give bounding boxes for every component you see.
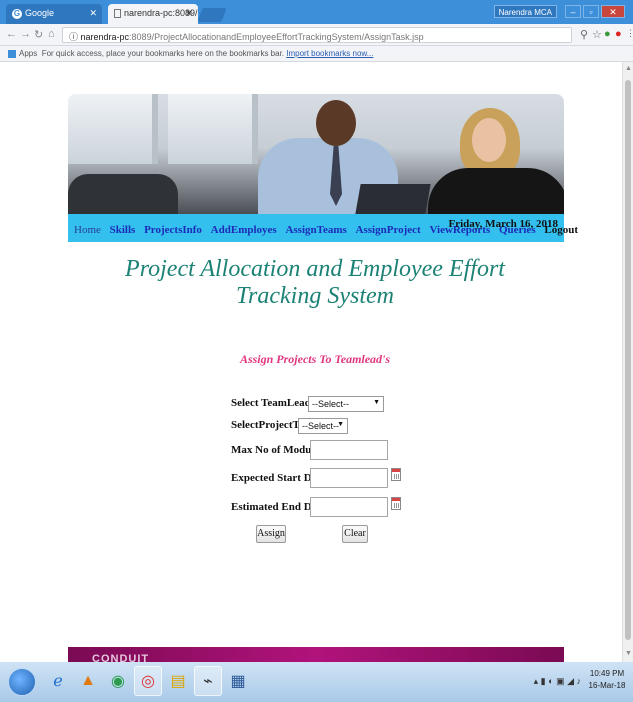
assign-button[interactable]: Assign bbox=[256, 525, 286, 543]
reload-icon[interactable]: ↻ bbox=[34, 28, 43, 41]
footer-text: CONDUIT bbox=[92, 653, 150, 662]
tab-label: Google bbox=[25, 8, 55, 18]
start-date-input[interactable] bbox=[310, 468, 388, 488]
clock[interactable]: 10:49 PM 16-Mar-18 bbox=[585, 668, 629, 692]
tab-google[interactable]: G Google ✕ bbox=[6, 4, 102, 24]
main-nav: Home Skills ProjectsInfo AddEmployes Ass… bbox=[68, 214, 578, 242]
scroll-up-icon[interactable]: ▲ bbox=[625, 65, 632, 72]
project-select[interactable]: --Select-- ▼ bbox=[298, 418, 348, 434]
teamlead-label: Select TeamLead bbox=[231, 397, 311, 409]
profile-badge[interactable]: Narendra MCA bbox=[493, 5, 557, 18]
eclipse-icon[interactable]: ⌁ bbox=[194, 666, 222, 696]
nav-projectsinfo[interactable]: ProjectsInfo bbox=[144, 224, 202, 236]
form-title: Assign Projects To Teamlead's bbox=[239, 352, 391, 366]
banner-man-head bbox=[316, 100, 356, 146]
teamlead-select[interactable]: --Select-- ▼ bbox=[308, 396, 384, 412]
nav-assignproject[interactable]: AssignProject bbox=[356, 224, 421, 236]
nav-skills[interactable]: Skills bbox=[110, 224, 136, 236]
end-calendar-icon[interactable] bbox=[391, 497, 401, 510]
modules-input[interactable] bbox=[310, 440, 388, 460]
back-icon[interactable]: ← bbox=[6, 28, 17, 40]
vlc-icon[interactable]: ▲ bbox=[74, 666, 102, 696]
zoom-icon[interactable]: ⚲ bbox=[580, 28, 588, 41]
notepad-icon[interactable]: ▦ bbox=[224, 666, 252, 696]
clock-time: 10:49 PM bbox=[589, 669, 625, 678]
banner-woman bbox=[428, 168, 564, 214]
close-tab-icon[interactable]: ✕ bbox=[185, 8, 193, 19]
project-select-value: --Select-- bbox=[302, 421, 340, 431]
scroll-down-icon[interactable]: ▼ bbox=[625, 650, 632, 657]
nav-addemployes[interactable]: AddEmployes bbox=[211, 224, 277, 236]
start-calendar-icon[interactable] bbox=[391, 468, 401, 481]
menu-icon[interactable]: ⋮ bbox=[626, 28, 633, 39]
start-button[interactable] bbox=[8, 668, 36, 696]
current-date: Friday, March 16, 2018 bbox=[448, 218, 558, 230]
page-icon bbox=[114, 9, 121, 19]
chevron-down-icon: ▼ bbox=[373, 399, 380, 406]
forward-icon[interactable]: → bbox=[20, 28, 31, 40]
system-tray[interactable]: ▴ ▮ ◐ ▣ ◢ ♪ bbox=[534, 676, 581, 687]
url-host: narendra-pc bbox=[80, 32, 130, 42]
maximize-button[interactable]: ▫ bbox=[583, 5, 599, 18]
chevron-down-icon: ▼ bbox=[337, 421, 344, 428]
google-icon: G bbox=[12, 8, 22, 19]
explorer-icon[interactable]: ▤ bbox=[164, 666, 192, 696]
chrome-icon[interactable]: ◎ bbox=[134, 666, 162, 696]
firefox-icon[interactable]: ◉ bbox=[104, 666, 132, 696]
bookmarks-hint: For quick access, place your bookmarks h… bbox=[41, 49, 285, 58]
minimize-button[interactable]: – bbox=[565, 5, 581, 18]
extension-icon[interactable]: ● bbox=[604, 28, 611, 40]
banner-window bbox=[168, 94, 258, 164]
windows-taskbar: ℯ ▲ ◉ ◎ ▤ ⌁ ▦ ▴ ▮ ◐ ▣ ◢ ♪ 10:49 PM 16-Ma… bbox=[0, 662, 633, 702]
bookmark-star-icon[interactable]: ☆ bbox=[592, 28, 602, 41]
clock-date: 16-Mar-18 bbox=[588, 681, 626, 690]
new-tab-button[interactable] bbox=[197, 8, 227, 22]
nav-assignteams[interactable]: AssignTeams bbox=[285, 224, 346, 236]
ie-icon[interactable]: ℯ bbox=[44, 666, 72, 696]
apps-label[interactable]: Apps bbox=[19, 49, 37, 58]
close-tab-icon[interactable]: ✕ bbox=[89, 8, 97, 19]
scroll-thumb[interactable] bbox=[625, 80, 631, 640]
banner-window bbox=[68, 94, 158, 164]
teamlead-select-value: --Select-- bbox=[312, 399, 350, 409]
browser-titlebar: GGoogle ✕ narendra-pc:8089/Projec ✕ Nare… bbox=[0, 0, 633, 24]
import-bookmarks-link[interactable]: Import bookmarks now... bbox=[286, 49, 373, 58]
banner-woman-face bbox=[472, 118, 506, 162]
end-date-input[interactable] bbox=[310, 497, 388, 517]
header-banner-image bbox=[68, 94, 564, 214]
banner-laptop bbox=[355, 184, 431, 214]
clear-button[interactable]: Clear bbox=[342, 525, 368, 543]
apps-icon[interactable] bbox=[8, 49, 16, 58]
footer-band: CONDUIT bbox=[68, 647, 564, 662]
address-bar-row: ← → ↻ ⌂ ⓘ narendra-pc:8089/ProjectAlloca… bbox=[0, 24, 633, 46]
home-icon[interactable]: ⌂ bbox=[48, 28, 55, 40]
info-icon[interactable]: ⓘ bbox=[69, 32, 81, 42]
close-window-button[interactable]: ✕ bbox=[601, 5, 625, 18]
tab-assign-task[interactable]: narendra-pc:8089/Projec ✕ bbox=[108, 4, 198, 24]
url-path: :8089/ProjectAllocationandEmployeeEffort… bbox=[129, 32, 424, 42]
nav-home[interactable]: Home bbox=[74, 224, 101, 236]
bookmarks-bar: Apps For quick access, place your bookma… bbox=[0, 46, 633, 62]
url-input[interactable]: ⓘ narendra-pc:8089/ProjectAllocationandE… bbox=[62, 27, 572, 43]
system-title: Project Allocation and Employee Effort T… bbox=[125, 256, 505, 309]
banner-chair bbox=[68, 174, 178, 214]
page-scrollbar[interactable]: ▲ ▼ bbox=[622, 62, 633, 662]
opera-icon[interactable]: ● bbox=[615, 28, 622, 40]
